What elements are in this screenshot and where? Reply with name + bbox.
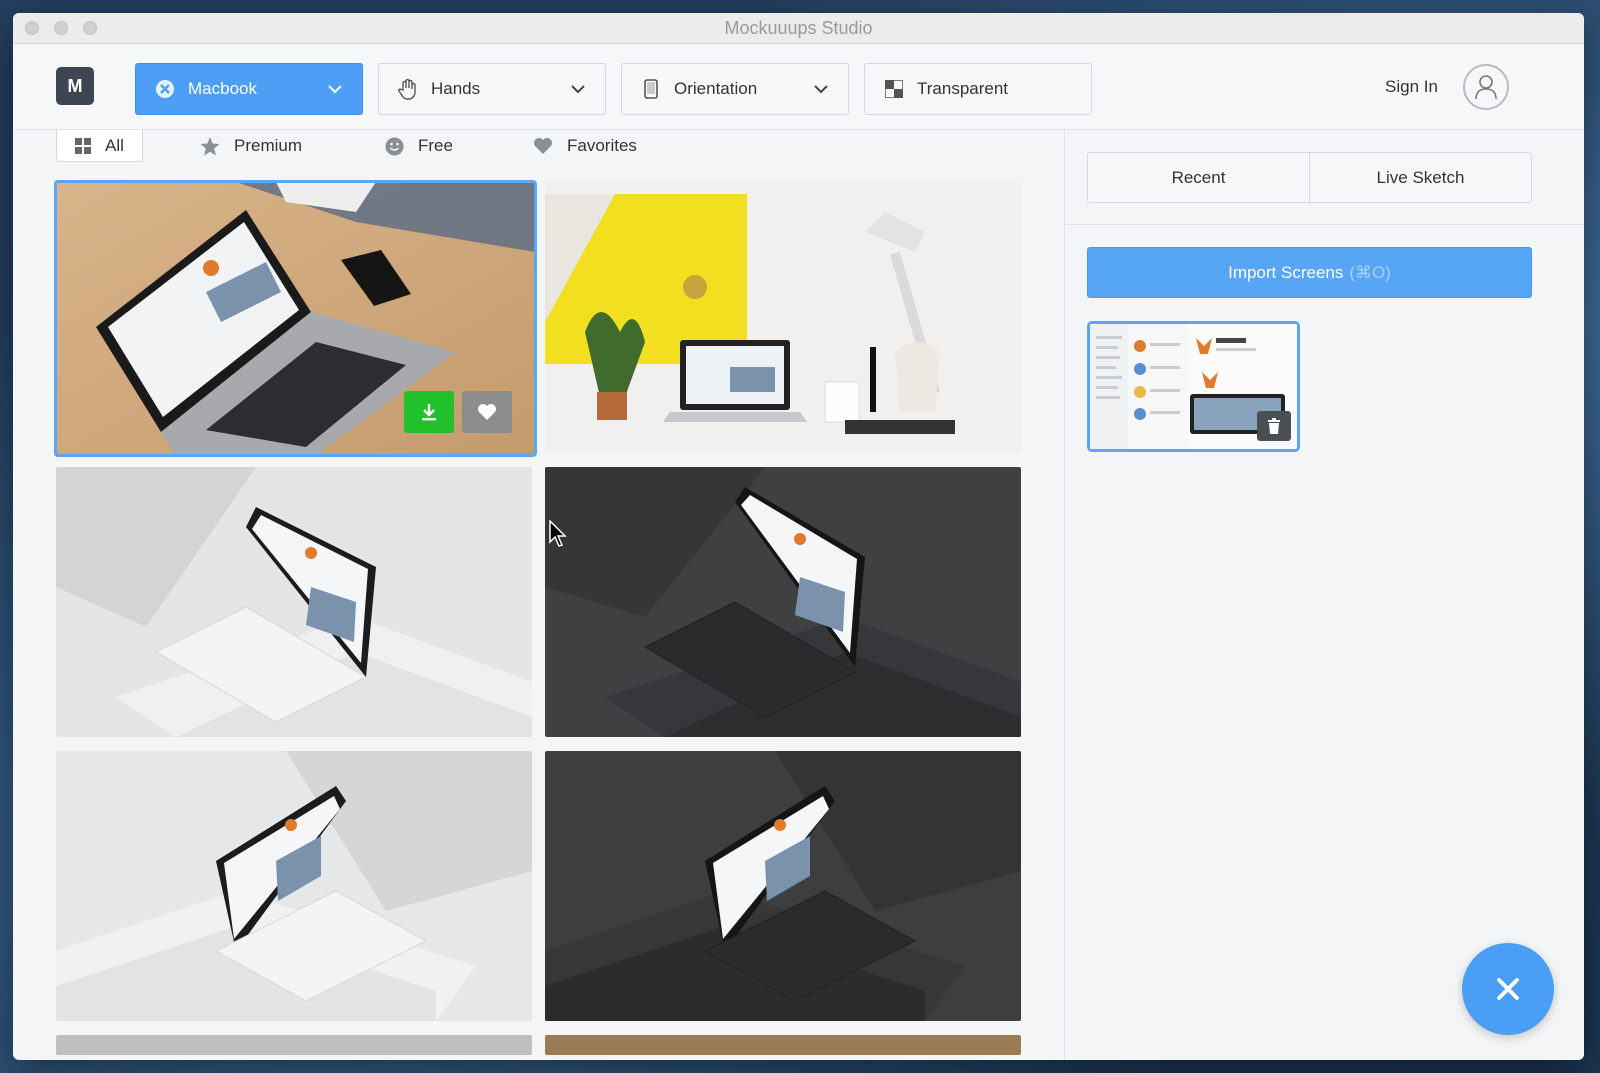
device-dropdown-label: Macbook — [188, 79, 257, 98]
heart-icon — [478, 404, 496, 420]
tab-live-sketch[interactable]: Live Sketch — [1309, 153, 1531, 202]
mockup-browser: All Premium Free Favorites — [13, 130, 1064, 1060]
import-screens-label: Import Screens — [1228, 262, 1344, 282]
close-icon — [1497, 978, 1519, 1000]
avatar[interactable] — [1463, 64, 1509, 110]
window-title: Mockuuups Studio — [724, 18, 873, 38]
mockup-card[interactable] — [56, 751, 532, 1021]
star-icon — [200, 136, 220, 156]
filter-free[interactable]: Free — [385, 130, 453, 162]
tab-recent[interactable]: Recent — [1088, 153, 1309, 202]
imported-screen-thumbnail[interactable] — [1087, 321, 1300, 452]
user-icon — [1475, 75, 1497, 100]
mockup-thumbnail — [56, 751, 532, 1021]
chevron-down-icon — [571, 85, 585, 94]
divider — [1065, 224, 1584, 225]
grid-icon — [75, 137, 92, 154]
device-dropdown[interactable]: Macbook — [135, 63, 363, 115]
app-logo: M — [56, 67, 94, 105]
orientation-dropdown-label: Orientation — [674, 79, 758, 98]
smile-icon — [385, 137, 404, 156]
mockup-card[interactable] — [545, 751, 1021, 1021]
transparent-toggle[interactable]: Transparent — [864, 63, 1092, 115]
mockup-card[interactable] — [56, 1035, 532, 1055]
window-controls — [25, 21, 97, 35]
trash-icon — [1268, 418, 1280, 434]
sign-in-link[interactable]: Sign In — [1385, 77, 1438, 97]
mockup-thumbnail — [545, 182, 1021, 453]
import-screens-button[interactable]: Import Screens (⌘O) — [1087, 247, 1532, 298]
title-bar: Mockuuups Studio — [13, 13, 1584, 44]
mockup-thumbnail — [545, 467, 1021, 737]
phone-icon — [640, 78, 662, 100]
orientation-dropdown[interactable]: Orientation — [621, 63, 849, 115]
close-window-button[interactable] — [25, 21, 39, 35]
sidebar-tabs: Recent Live Sketch — [1087, 152, 1532, 203]
device-icon — [154, 78, 176, 100]
filter-all[interactable]: All — [56, 130, 143, 162]
zoom-window-button[interactable] — [83, 21, 97, 35]
toolbar: M Macbook Hands Orientation Transparent … — [13, 44, 1584, 130]
download-icon — [422, 404, 436, 421]
favorite-button[interactable] — [462, 391, 512, 433]
filter-premium[interactable]: Premium — [200, 130, 302, 162]
hands-dropdown-label: Hands — [431, 79, 481, 98]
mockup-card[interactable] — [54, 180, 537, 457]
filter-favorites[interactable]: Favorites — [533, 130, 637, 162]
filter-premium-label: Premium — [234, 136, 303, 155]
chevron-down-icon — [328, 85, 342, 94]
filter-free-label: Free — [418, 136, 453, 155]
sidebar: Recent Live Sketch Import Screens (⌘O) — [1064, 130, 1584, 1060]
card-actions — [404, 391, 512, 433]
mockup-card[interactable] — [56, 467, 532, 737]
transparent-toggle-label: Transparent — [917, 79, 1009, 98]
heart-icon — [533, 137, 553, 155]
chevron-down-icon — [814, 85, 828, 94]
filter-bar: All Premium Free Favorites — [13, 130, 1064, 170]
hands-dropdown[interactable]: Hands — [378, 63, 606, 115]
app-window: Mockuuups Studio M Macbook Hands Orienta… — [13, 13, 1584, 1060]
mockup-thumbnail — [545, 751, 1021, 1021]
minimize-window-button[interactable] — [54, 21, 68, 35]
mockup-card[interactable] — [545, 1035, 1021, 1055]
mockup-thumbnail — [56, 467, 532, 737]
mockup-card[interactable] — [545, 467, 1021, 737]
mockup-card[interactable] — [545, 182, 1021, 453]
close-fab-button[interactable] — [1462, 943, 1554, 1035]
hand-icon — [397, 78, 419, 100]
filter-favorites-label: Favorites — [567, 136, 637, 155]
filter-all-label: All — [105, 135, 124, 155]
checkerboard-icon — [883, 78, 905, 100]
mouse-cursor-icon — [549, 520, 567, 547]
download-button[interactable] — [404, 391, 454, 433]
delete-screen-button[interactable] — [1257, 411, 1291, 441]
import-shortcut: (⌘O) — [1349, 262, 1391, 282]
